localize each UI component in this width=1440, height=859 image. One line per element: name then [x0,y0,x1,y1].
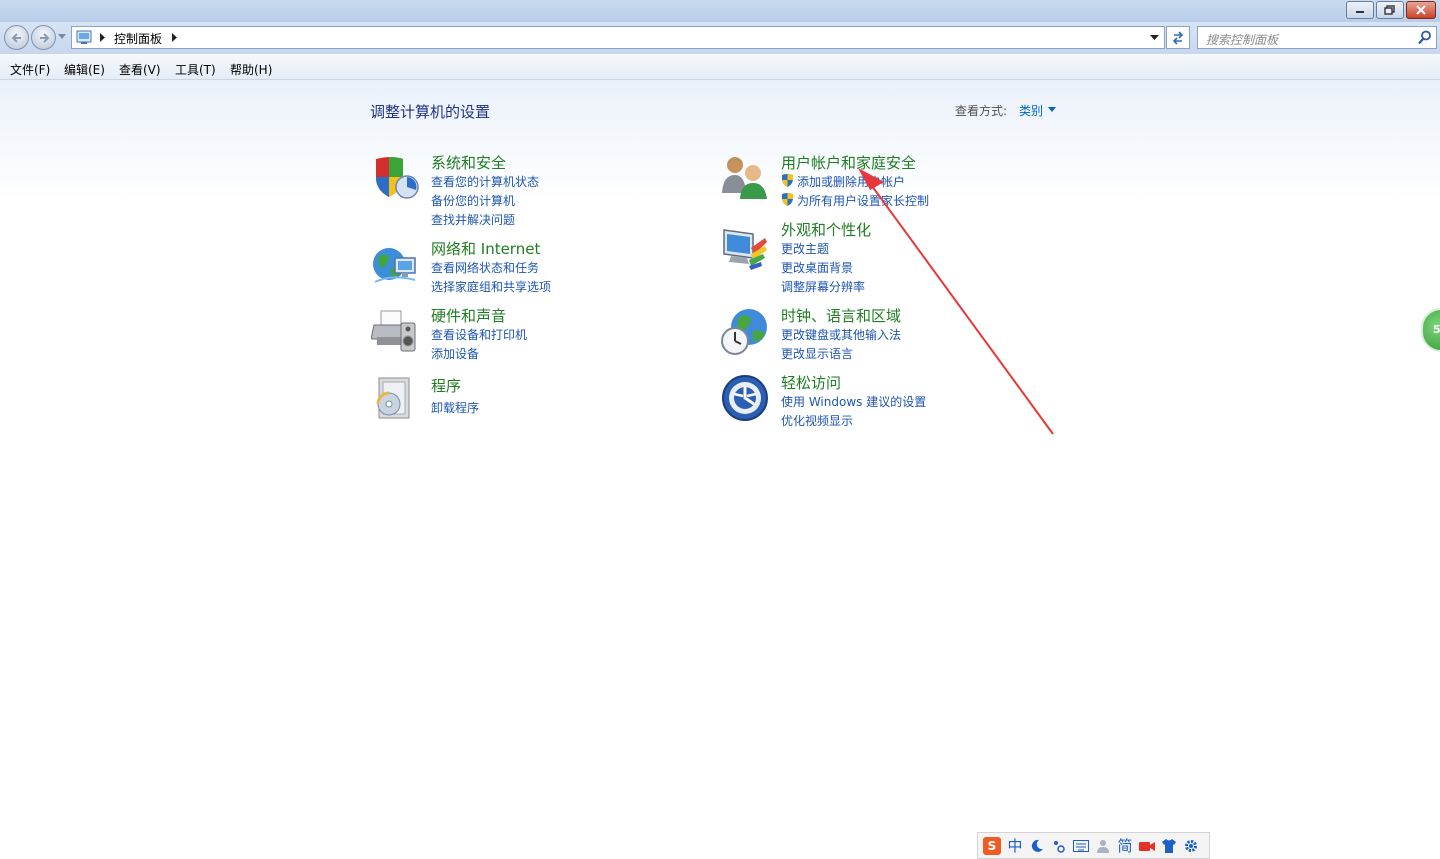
view-by-dropdown-icon[interactable] [1048,107,1056,112]
users-icon[interactable] [721,153,769,201]
skin-shirt-icon[interactable] [1158,836,1180,856]
link-change-background[interactable]: 更改桌面背景 [781,259,853,276]
ime-mode-chinese[interactable]: 中 [1004,836,1026,856]
category-programs[interactable]: 程序 [431,375,461,396]
floating-assistant-badge[interactable]: 52 [1421,308,1440,352]
search-input[interactable]: 搜索控制面板 [1197,26,1437,49]
category-ease-of-access[interactable]: 轻松访问 [781,372,841,393]
user-icon[interactable] [1092,836,1114,856]
search-placeholder: 搜索控制面板 [1206,33,1279,47]
link-parental-controls[interactable]: 为所有用户设置家长控制 [797,192,929,209]
ime-toolbar: S 中 简 [977,832,1210,859]
menu-bar: 文件(F) 编辑(E) 查看(V) 工具(T) 帮助(H) [0,54,1440,80]
address-bar[interactable]: 控制面板 [71,26,1165,49]
view-by-label: 查看方式: [955,104,1008,118]
close-button[interactable] [1406,1,1436,19]
uac-shield-icon [782,174,793,187]
ime-logo-icon[interactable]: S [983,836,1001,855]
back-arrow-icon [11,32,21,43]
link-homegroup-sharing[interactable]: 选择家庭组和共享选项 [431,278,551,295]
forward-arrow-icon [39,32,49,43]
back-button[interactable] [4,25,29,50]
category-network-internet[interactable]: 网络和 Internet [431,238,540,259]
minimize-icon [1356,11,1364,13]
link-optimize-visual-display[interactable]: 优化视频显示 [781,412,853,429]
link-view-computer-status[interactable]: 查看您的计算机状态 [431,173,539,190]
punctuation-icon[interactable] [1048,836,1070,856]
gear-icon[interactable] [1180,836,1202,856]
navigation-bar: 控制面板 搜索控制面板 [0,22,1440,54]
restore-icon [1384,5,1395,15]
page-title: 调整计算机的设置 [370,103,491,121]
link-change-keyboard[interactable]: 更改键盘或其他输入法 [781,326,901,343]
link-change-display-language[interactable]: 更改显示语言 [781,345,853,362]
category-appearance[interactable]: 外观和个性化 [781,219,871,240]
ime-simplified[interactable]: 简 [1114,836,1136,856]
refresh-button[interactable] [1166,26,1190,49]
minimize-button[interactable] [1346,1,1374,19]
uac-shield-icon [782,193,793,206]
window-controls [1344,1,1436,19]
content-header-background [0,80,1440,200]
search-icon[interactable] [1418,30,1432,45]
recent-pages-dropdown-icon[interactable] [58,34,66,40]
link-add-device[interactable]: 添加设备 [431,345,479,362]
refresh-icon [1172,30,1184,45]
link-find-fix-problems[interactable]: 查找并解决问题 [431,211,515,228]
moon-icon[interactable] [1026,836,1048,856]
chevron-right-icon[interactable] [100,33,106,42]
menu-file[interactable]: 文件(F) [10,61,50,78]
category-clock-language-region[interactable]: 时钟、语言和区域 [781,305,901,326]
clock-globe-icon[interactable] [721,307,769,355]
printer-icon[interactable] [371,307,419,355]
forward-button[interactable] [31,25,56,50]
badge-value: 52 [1433,323,1440,336]
address-dropdown-icon[interactable] [1150,35,1159,41]
appearance-monitor-icon[interactable] [721,224,769,272]
programs-box-icon[interactable] [371,374,419,422]
restore-button[interactable] [1376,1,1404,19]
link-backup-computer[interactable]: 备份您的计算机 [431,192,515,209]
link-screen-resolution[interactable]: 调整屏幕分辨率 [781,278,865,295]
video-icon[interactable] [1136,836,1158,856]
keyboard-icon[interactable] [1070,836,1092,856]
title-bar [0,0,1440,22]
breadcrumb-control-panel[interactable]: 控制面板 [114,30,162,47]
close-icon [1416,5,1426,15]
menu-tools[interactable]: 工具(T) [175,61,216,78]
menu-view[interactable]: 查看(V) [119,61,161,78]
control-panel-icon [76,30,92,44]
link-windows-suggested-settings[interactable]: 使用 Windows 建议的设置 [781,393,926,410]
link-change-theme[interactable]: 更改主题 [781,240,829,257]
link-network-status[interactable]: 查看网络状态和任务 [431,259,539,276]
link-uninstall-program[interactable]: 卸载程序 [431,399,479,416]
view-by-dropdown[interactable]: 类别 [1019,102,1043,119]
link-add-remove-user[interactable]: 添加或删除用户帐户 [797,173,905,190]
chevron-right-icon[interactable] [172,33,178,42]
menu-edit[interactable]: 编辑(E) [64,61,105,78]
network-globe-icon[interactable] [371,242,419,290]
shield-icon[interactable] [371,153,419,201]
ease-of-access-icon[interactable] [721,374,769,422]
category-system-security[interactable]: 系统和安全 [431,152,506,173]
category-hardware-sound[interactable]: 硬件和声音 [431,305,506,326]
link-devices-printers[interactable]: 查看设备和打印机 [431,326,527,343]
category-user-accounts[interactable]: 用户帐户和家庭安全 [781,152,916,173]
menu-help[interactable]: 帮助(H) [230,61,272,78]
